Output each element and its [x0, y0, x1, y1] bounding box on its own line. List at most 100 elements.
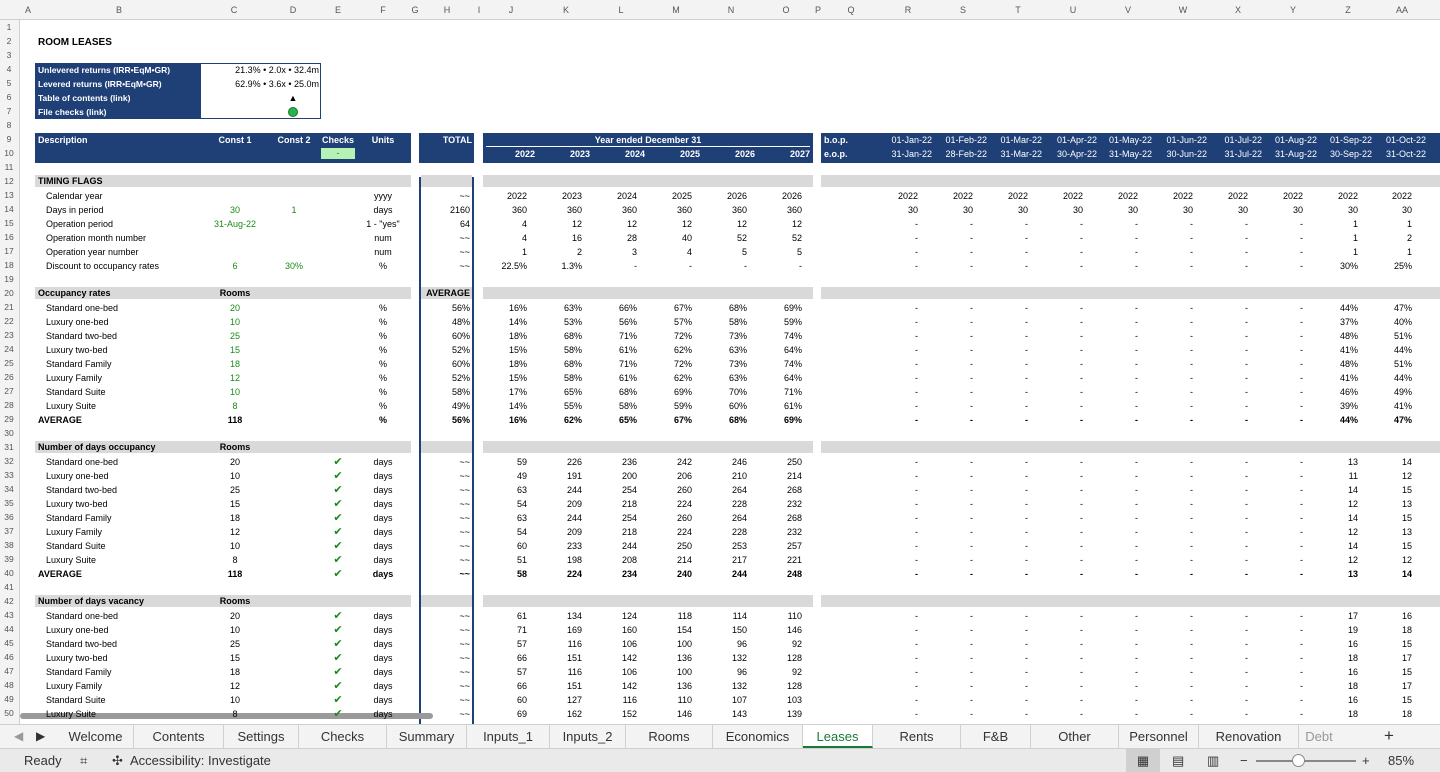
- accessibility-status[interactable]: Accessibility: Investigate: [130, 753, 271, 768]
- sheet-grid[interactable]: ROOM LEASES Unlevered returns (IRR•EqM•G…: [20, 20, 1440, 724]
- row-header[interactable]: 42: [0, 596, 18, 606]
- const1-value[interactable]: 30: [205, 203, 265, 217]
- row-header[interactable]: 33: [0, 470, 18, 480]
- row-header[interactable]: 12: [0, 176, 18, 186]
- page-break-icon[interactable]: ▥: [1207, 753, 1219, 769]
- row-header[interactable]: 23: [0, 330, 18, 340]
- row-header[interactable]: 41: [0, 582, 18, 592]
- row-header[interactable]: 45: [0, 638, 18, 648]
- row-header[interactable]: 36: [0, 512, 18, 522]
- const1-value[interactable]: 18: [205, 357, 265, 371]
- const1-value[interactable]: 12: [205, 371, 265, 385]
- row-header[interactable]: 31: [0, 442, 18, 452]
- column-header-p[interactable]: P: [808, 5, 828, 15]
- column-header-w[interactable]: W: [1173, 5, 1193, 15]
- accessibility-icon[interactable]: ✣: [112, 753, 123, 769]
- row-header[interactable]: 49: [0, 694, 18, 704]
- column-header-r[interactable]: R: [898, 5, 918, 15]
- zoom-out-icon[interactable]: −: [1240, 753, 1248, 768]
- row-header[interactable]: 27: [0, 386, 18, 396]
- sheet-tab-rents[interactable]: Rents: [873, 725, 961, 748]
- sheet-tab-leases[interactable]: Leases: [803, 725, 873, 748]
- row-header[interactable]: 6: [0, 92, 18, 102]
- summary-label[interactable]: Table of contents (link): [38, 91, 130, 105]
- sheet-tab-settings[interactable]: Settings: [224, 725, 299, 748]
- const2-value[interactable]: 1: [265, 203, 323, 217]
- toc-link-icon[interactable]: ▲: [282, 91, 304, 105]
- const1-value[interactable]: 25: [205, 329, 265, 343]
- row-header[interactable]: 26: [0, 372, 18, 382]
- row-header[interactable]: 30: [0, 428, 18, 438]
- macro-icon[interactable]: ⌗: [80, 753, 87, 769]
- row-header[interactable]: 38: [0, 540, 18, 550]
- row-header[interactable]: 25: [0, 358, 18, 368]
- row-header[interactable]: 15: [0, 218, 18, 228]
- sheet-tab-f-b[interactable]: F&B: [961, 725, 1031, 748]
- checks-status-cell[interactable]: -: [321, 148, 355, 159]
- sheet-tab-inputs-2[interactable]: Inputs_2: [550, 725, 626, 748]
- const1-value[interactable]: 15: [205, 343, 265, 357]
- sheet-tab-welcome[interactable]: Welcome: [58, 725, 134, 748]
- column-header-e[interactable]: E: [328, 5, 348, 15]
- column-header-d[interactable]: D: [283, 5, 303, 15]
- column-header-s[interactable]: S: [953, 5, 973, 15]
- add-sheet-icon[interactable]: +: [1384, 726, 1394, 746]
- row-header[interactable]: 7: [0, 106, 18, 116]
- row-header[interactable]: 46: [0, 652, 18, 662]
- const1-value[interactable]: 8: [205, 399, 265, 413]
- row-header[interactable]: 24: [0, 344, 18, 354]
- column-header-g[interactable]: G: [405, 5, 425, 15]
- zoom-level[interactable]: 85%: [1388, 753, 1414, 768]
- row-header[interactable]: 28: [0, 400, 18, 410]
- sheet-tab-summary[interactable]: Summary: [387, 725, 467, 748]
- row-header[interactable]: 10: [0, 148, 18, 158]
- sheet-tab-debt[interactable]: Debt: [1299, 725, 1339, 748]
- sheet-tab-rooms[interactable]: Rooms: [626, 725, 713, 748]
- row-header[interactable]: 19: [0, 274, 18, 284]
- row-header[interactable]: 20: [0, 288, 18, 298]
- row-header[interactable]: 13: [0, 190, 18, 200]
- row-header[interactable]: 40: [0, 568, 18, 578]
- page-layout-icon[interactable]: ▤: [1172, 753, 1184, 769]
- sheet-tab-personnel[interactable]: Personnel: [1119, 725, 1199, 748]
- sheet-tab-other[interactable]: Other: [1031, 725, 1119, 748]
- row-header[interactable]: 22: [0, 316, 18, 326]
- zoom-in-icon[interactable]: +: [1362, 753, 1370, 768]
- row-header[interactable]: 1: [0, 22, 18, 32]
- row-header[interactable]: 11: [0, 162, 18, 172]
- row-header[interactable]: 43: [0, 610, 18, 620]
- sheet-tab-economics[interactable]: Economics: [713, 725, 803, 748]
- column-header-l[interactable]: L: [611, 5, 631, 15]
- const1-value[interactable]: 31-Aug-22: [205, 217, 265, 231]
- sheet-tab-contents[interactable]: Contents: [134, 725, 224, 748]
- const1-value[interactable]: 10: [205, 315, 265, 329]
- zoom-slider[interactable]: [1256, 760, 1356, 762]
- file-check-status-icon[interactable]: [288, 107, 298, 117]
- column-header-i[interactable]: I: [469, 5, 489, 15]
- column-header-n[interactable]: N: [721, 5, 741, 15]
- sheet-tab-renovation[interactable]: Renovation: [1199, 725, 1299, 748]
- column-header-u[interactable]: U: [1063, 5, 1083, 15]
- row-header[interactable]: 3: [0, 50, 18, 60]
- column-header-t[interactable]: T: [1008, 5, 1028, 15]
- row-header[interactable]: 2: [0, 36, 18, 46]
- row-header[interactable]: 9: [0, 134, 18, 144]
- zoom-slider-thumb[interactable]: [1292, 754, 1305, 767]
- row-header[interactable]: 18: [0, 260, 18, 270]
- row-header[interactable]: 47: [0, 666, 18, 676]
- row-header[interactable]: 5: [0, 78, 18, 88]
- sheet-tab-checks[interactable]: Checks: [299, 725, 387, 748]
- row-header[interactable]: 29: [0, 414, 18, 424]
- column-header-a[interactable]: A: [18, 5, 38, 15]
- column-header-j[interactable]: J: [501, 5, 521, 15]
- row-header[interactable]: 17: [0, 246, 18, 256]
- column-header-k[interactable]: K: [556, 5, 576, 15]
- row-header[interactable]: 50: [0, 708, 18, 718]
- scroll-left-icon[interactable]: ◀: [14, 729, 23, 743]
- row-header[interactable]: 14: [0, 204, 18, 214]
- row-header[interactable]: 37: [0, 526, 18, 536]
- column-header-o[interactable]: O: [776, 5, 796, 15]
- row-header[interactable]: 4: [0, 64, 18, 74]
- column-header-x[interactable]: X: [1228, 5, 1248, 15]
- row-header[interactable]: 48: [0, 680, 18, 690]
